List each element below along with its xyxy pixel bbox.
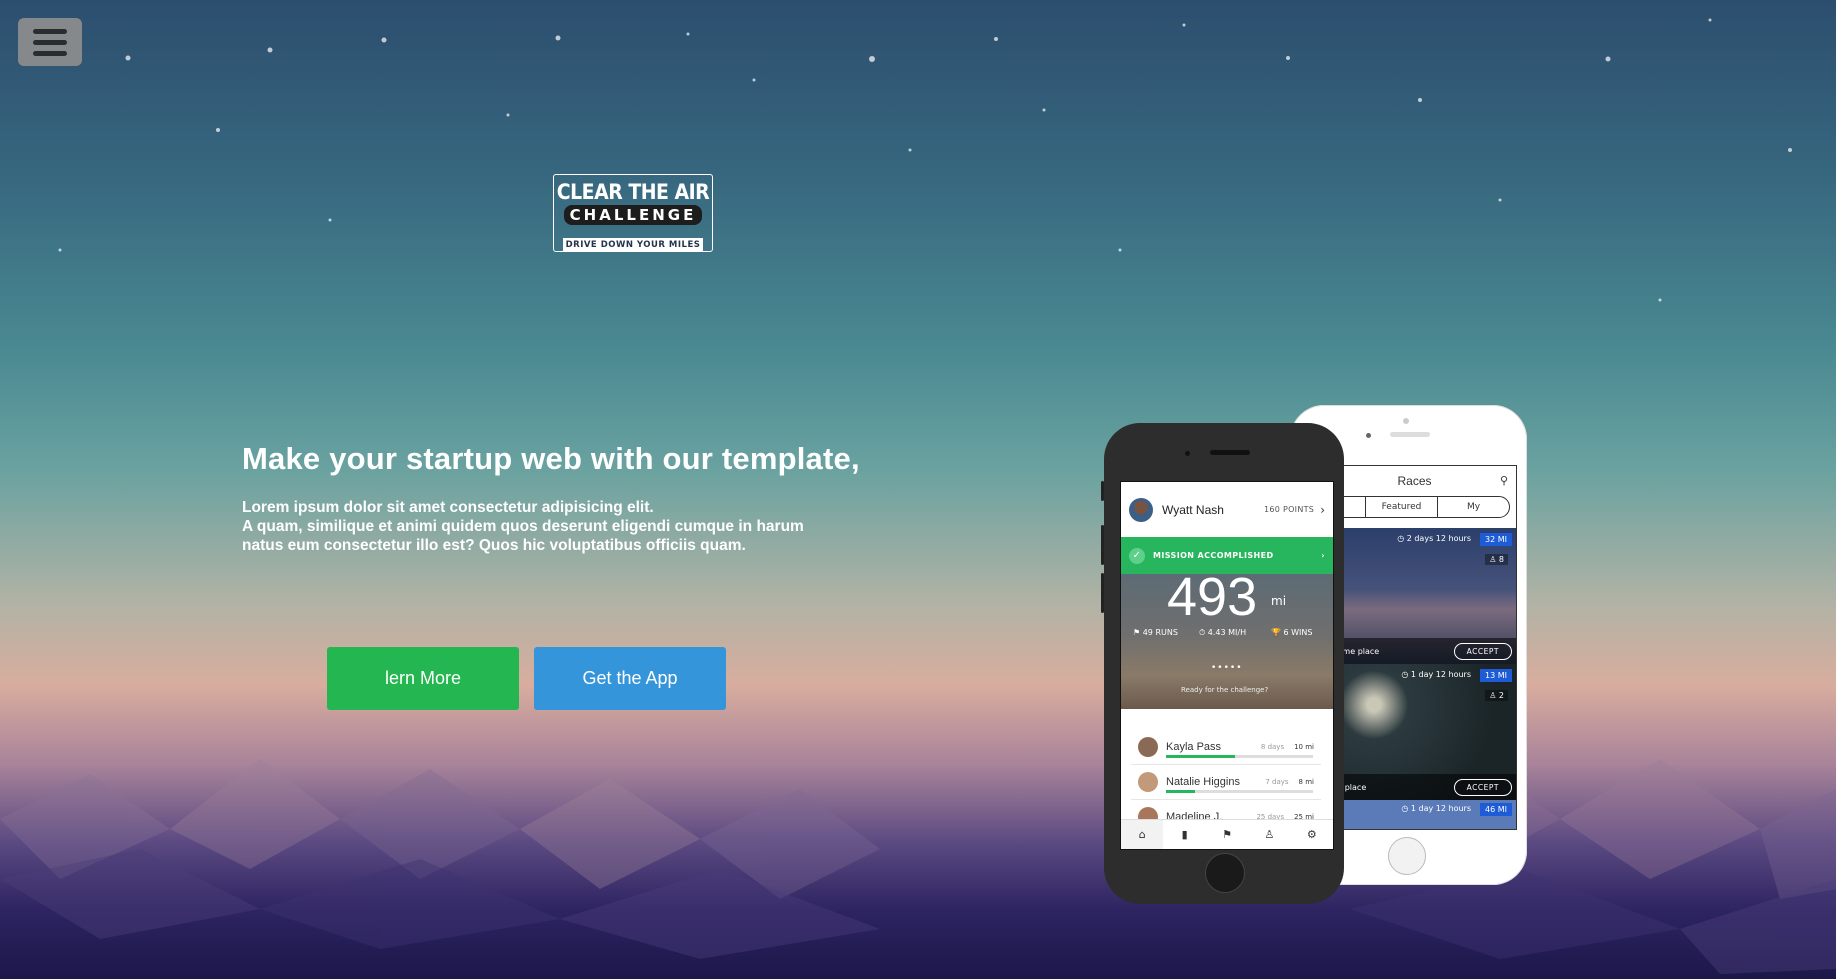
accept-button: ACCEPT bbox=[1453, 642, 1512, 660]
list-item-name: Kayla Pass bbox=[1166, 741, 1222, 753]
phone-side-button bbox=[1101, 573, 1104, 613]
list-item: Kayla Pass 8 days 10 mi bbox=[1131, 730, 1321, 765]
check-icon: ✓ bbox=[1129, 547, 1145, 564]
runs-stat: ⚑ 49 RUNS bbox=[1133, 628, 1178, 637]
race-time: ◷ 2 days 12 hours bbox=[1397, 534, 1471, 543]
page-dots: ••••• bbox=[1211, 663, 1243, 673]
phone-speaker bbox=[1390, 432, 1430, 437]
dashboard-screen: Wyatt Nash 160 POINTS › ✓ MISSION ACCOMP… bbox=[1120, 481, 1334, 850]
phone-sensor bbox=[1185, 451, 1190, 456]
list-item-miles: 10 mi bbox=[1294, 743, 1314, 751]
clear-the-air-logo[interactable]: CLEAR THE AIR CHALLENGE DRIVE DOWN YOUR … bbox=[553, 174, 713, 252]
speed-stat: ⏱ 4.43 MI/H bbox=[1199, 628, 1247, 637]
avatar bbox=[1129, 497, 1153, 522]
flag-icon: ⚑ bbox=[1222, 828, 1232, 841]
gear-icon: ⚙ bbox=[1306, 828, 1317, 841]
chevron-right-icon: › bbox=[1321, 551, 1325, 560]
home-icon: ⌂ bbox=[1121, 820, 1164, 849]
bottom-tab-bar: ⌂ ▮ ⚑ ♙ ⚙ bbox=[1121, 819, 1333, 849]
ready-text: Ready for the challenge? bbox=[1181, 686, 1269, 694]
race-miles-badge: 46 MI bbox=[1480, 803, 1512, 816]
miles-unit: mi bbox=[1271, 594, 1287, 608]
progress-bar bbox=[1166, 790, 1313, 793]
logo-line2: CHALLENGE bbox=[564, 205, 702, 225]
hero-line2: A quam, similique et animi quidem quos d… bbox=[242, 518, 804, 535]
list-item: Natalie Higgins 7 days 8 mi bbox=[1131, 765, 1321, 800]
hamburger-icon-bar bbox=[33, 39, 67, 45]
hamburger-menu-button[interactable] bbox=[18, 18, 82, 66]
chevron-right-icon: › bbox=[1320, 502, 1325, 517]
phone-sensor bbox=[1366, 433, 1371, 438]
race-miles-badge: 13 MI bbox=[1480, 669, 1512, 682]
phone-speaker bbox=[1210, 450, 1250, 455]
hamburger-icon-bar bbox=[33, 50, 67, 56]
phone-home-button bbox=[1205, 853, 1245, 893]
hero-line3: natus eum consectetur illo est? Quos hic… bbox=[242, 537, 746, 554]
tab-featured: Featured bbox=[1365, 497, 1437, 517]
wins-stat: 🏆 6 WINS bbox=[1271, 628, 1313, 637]
stats-panel: 493 mi ⚑ 49 RUNS ⏱ 4.43 MI/H 🏆 6 WINS ••… bbox=[1121, 567, 1333, 709]
user-header: Wyatt Nash 160 POINTS › bbox=[1121, 482, 1333, 537]
accept-button: ACCEPT bbox=[1453, 778, 1512, 796]
total-miles: 493 bbox=[1167, 567, 1258, 627]
avatar bbox=[1138, 737, 1158, 757]
list-item-days: 8 days bbox=[1260, 743, 1285, 751]
avatar bbox=[1138, 772, 1158, 792]
get-the-app-button[interactable]: Get the App bbox=[534, 647, 726, 710]
race-time: ◷ 1 day 12 hours bbox=[1401, 670, 1471, 679]
user-points: 160 POINTS bbox=[1263, 505, 1315, 514]
mountain-facets bbox=[0, 759, 1836, 974]
hamburger-icon-bar bbox=[33, 28, 67, 34]
races-title: Races bbox=[1397, 474, 1432, 488]
stats-icon: ▮ bbox=[1181, 828, 1188, 841]
phone-home-button bbox=[1388, 837, 1426, 875]
hero-line1: Lorem ipsum dolor sit amet consectetur a… bbox=[242, 499, 654, 516]
learn-more-button[interactable]: lern More bbox=[327, 647, 519, 710]
race-participants: ♙ 8 bbox=[1485, 554, 1508, 565]
race-participants: ♙ 2 bbox=[1485, 690, 1508, 701]
tab-my: My bbox=[1437, 497, 1509, 517]
hero-description: Lorem ipsum dolor sit amet consectetur a… bbox=[242, 498, 862, 555]
progress-bar bbox=[1166, 755, 1313, 758]
list-item-name: Natalie Higgins bbox=[1166, 776, 1240, 788]
phone-side-button bbox=[1101, 525, 1104, 565]
black-phone-mockup: Wyatt Nash 160 POINTS › ✓ MISSION ACCOMP… bbox=[1101, 423, 1344, 904]
list-item-miles: 8 mi bbox=[1298, 778, 1314, 786]
list-item-days: 7 days bbox=[1265, 778, 1289, 786]
starfield bbox=[58, 18, 1792, 302]
phone-side-button bbox=[1101, 481, 1104, 501]
race-miles-badge: 32 MI bbox=[1480, 533, 1512, 546]
race-time: ◷ 1 day 12 hours bbox=[1401, 804, 1471, 813]
search-icon: ⚲ bbox=[1499, 475, 1508, 487]
logo-line1: CLEAR THE AIR bbox=[556, 180, 710, 204]
phone-camera bbox=[1403, 418, 1409, 424]
mission-label: MISSION ACCOMPLISHED bbox=[1153, 551, 1274, 560]
hero-title: Make your startup web with our template, bbox=[242, 441, 860, 476]
logo-tagline: DRIVE DOWN YOUR MILES bbox=[563, 238, 703, 252]
user-name: Wyatt Nash bbox=[1162, 502, 1224, 517]
person-icon: ♙ bbox=[1264, 828, 1275, 841]
